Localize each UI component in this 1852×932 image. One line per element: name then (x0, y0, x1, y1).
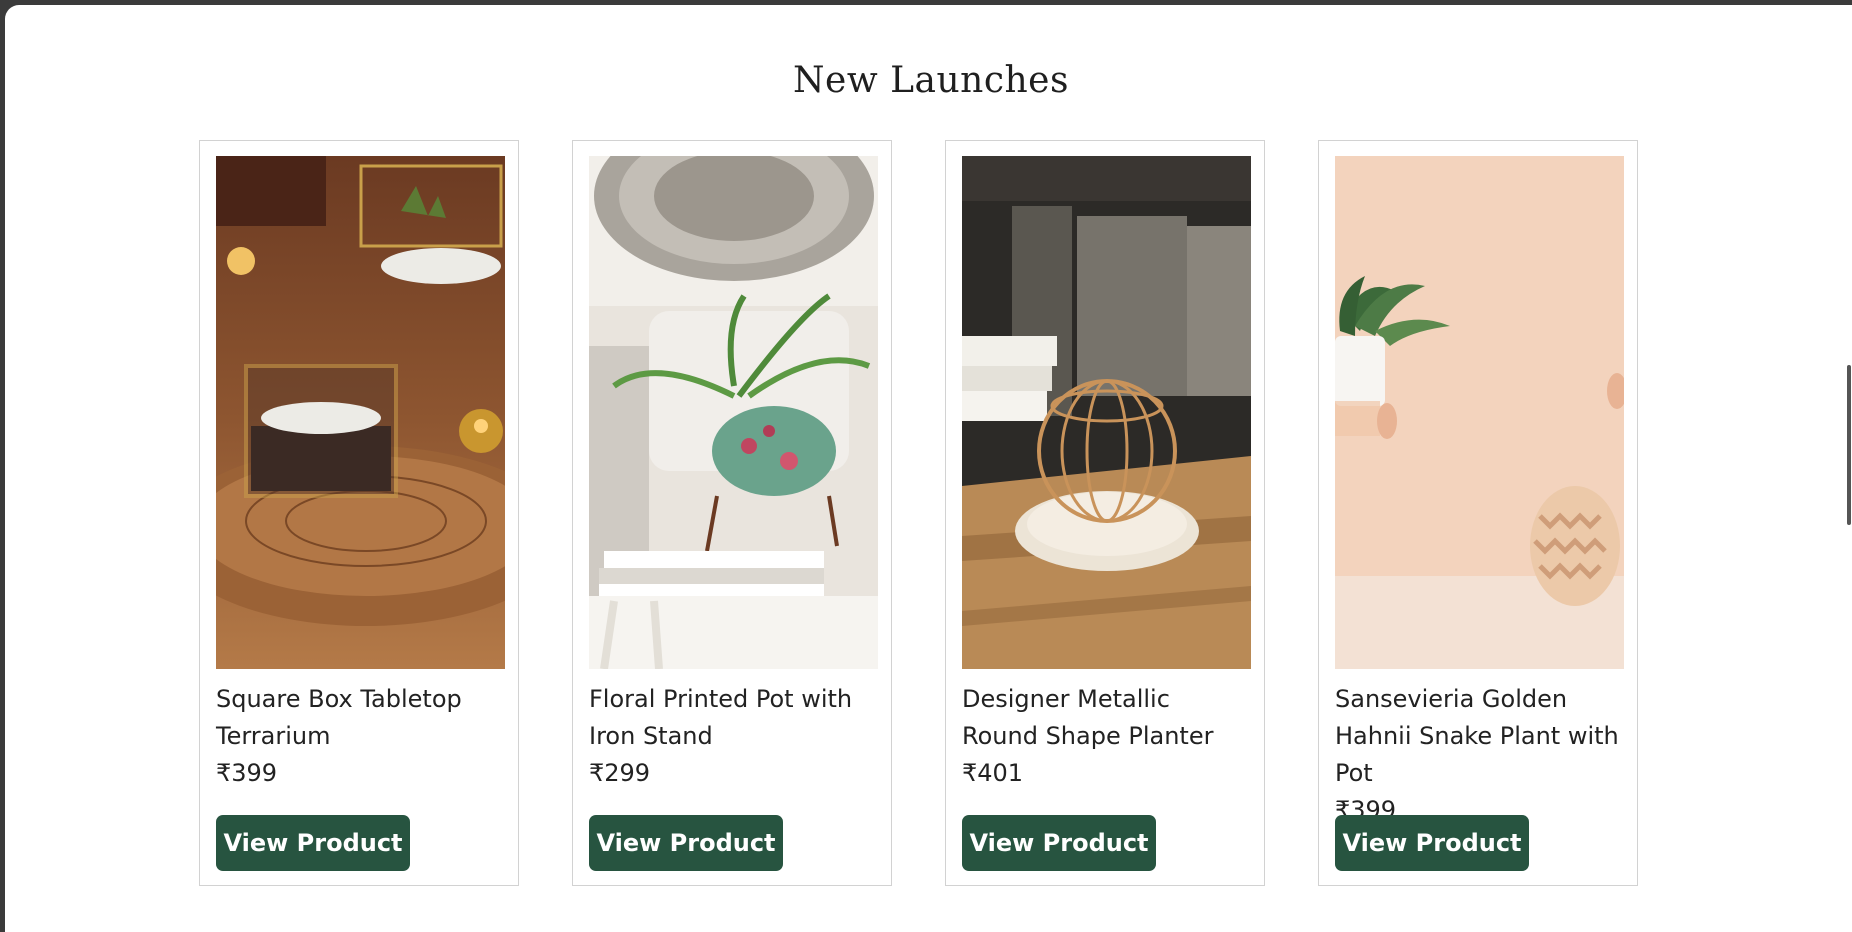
view-product-button[interactable]: View Product (589, 815, 783, 871)
product-card: Floral Printed Pot with Iron Stand ₹299 … (572, 140, 892, 886)
product-image-metallic-planter[interactable] (962, 156, 1251, 669)
view-product-button[interactable]: View Product (216, 815, 410, 871)
product-card: Designer Metallic Round Shape Planter ₹4… (945, 140, 1265, 886)
view-product-button[interactable]: View Product (1335, 815, 1529, 871)
product-image-terrarium[interactable] (216, 156, 505, 669)
scrollbar-thumb[interactable] (1847, 365, 1851, 525)
section-title: New Launches (793, 60, 1069, 101)
product-card: Sansevieria Golden Hahnii Snake Plant wi… (1318, 140, 1638, 886)
product-grid: Square Box Tabletop Terrarium ₹399 View … (199, 140, 1638, 886)
product-name[interactable]: Designer Metallic Round Shape Planter (962, 681, 1248, 755)
browser-viewport: New Launches Square Box Tabletop Terrari… (5, 5, 1852, 932)
product-price: ₹399 (216, 759, 278, 787)
view-product-button[interactable]: View Product (962, 815, 1156, 871)
scrollbar[interactable] (1846, 5, 1852, 932)
product-card: Square Box Tabletop Terrarium ₹399 View … (199, 140, 519, 886)
product-price: ₹299 (589, 759, 651, 787)
product-price: ₹401 (962, 759, 1024, 787)
product-name[interactable]: Square Box Tabletop Terrarium (216, 681, 502, 755)
product-image-floral-pot[interactable] (589, 156, 878, 669)
product-image-snake-plant[interactable] (1335, 156, 1624, 669)
product-name[interactable]: Sansevieria Golden Hahnii Snake Plant wi… (1335, 681, 1621, 792)
product-name[interactable]: Floral Printed Pot with Iron Stand (589, 681, 875, 755)
